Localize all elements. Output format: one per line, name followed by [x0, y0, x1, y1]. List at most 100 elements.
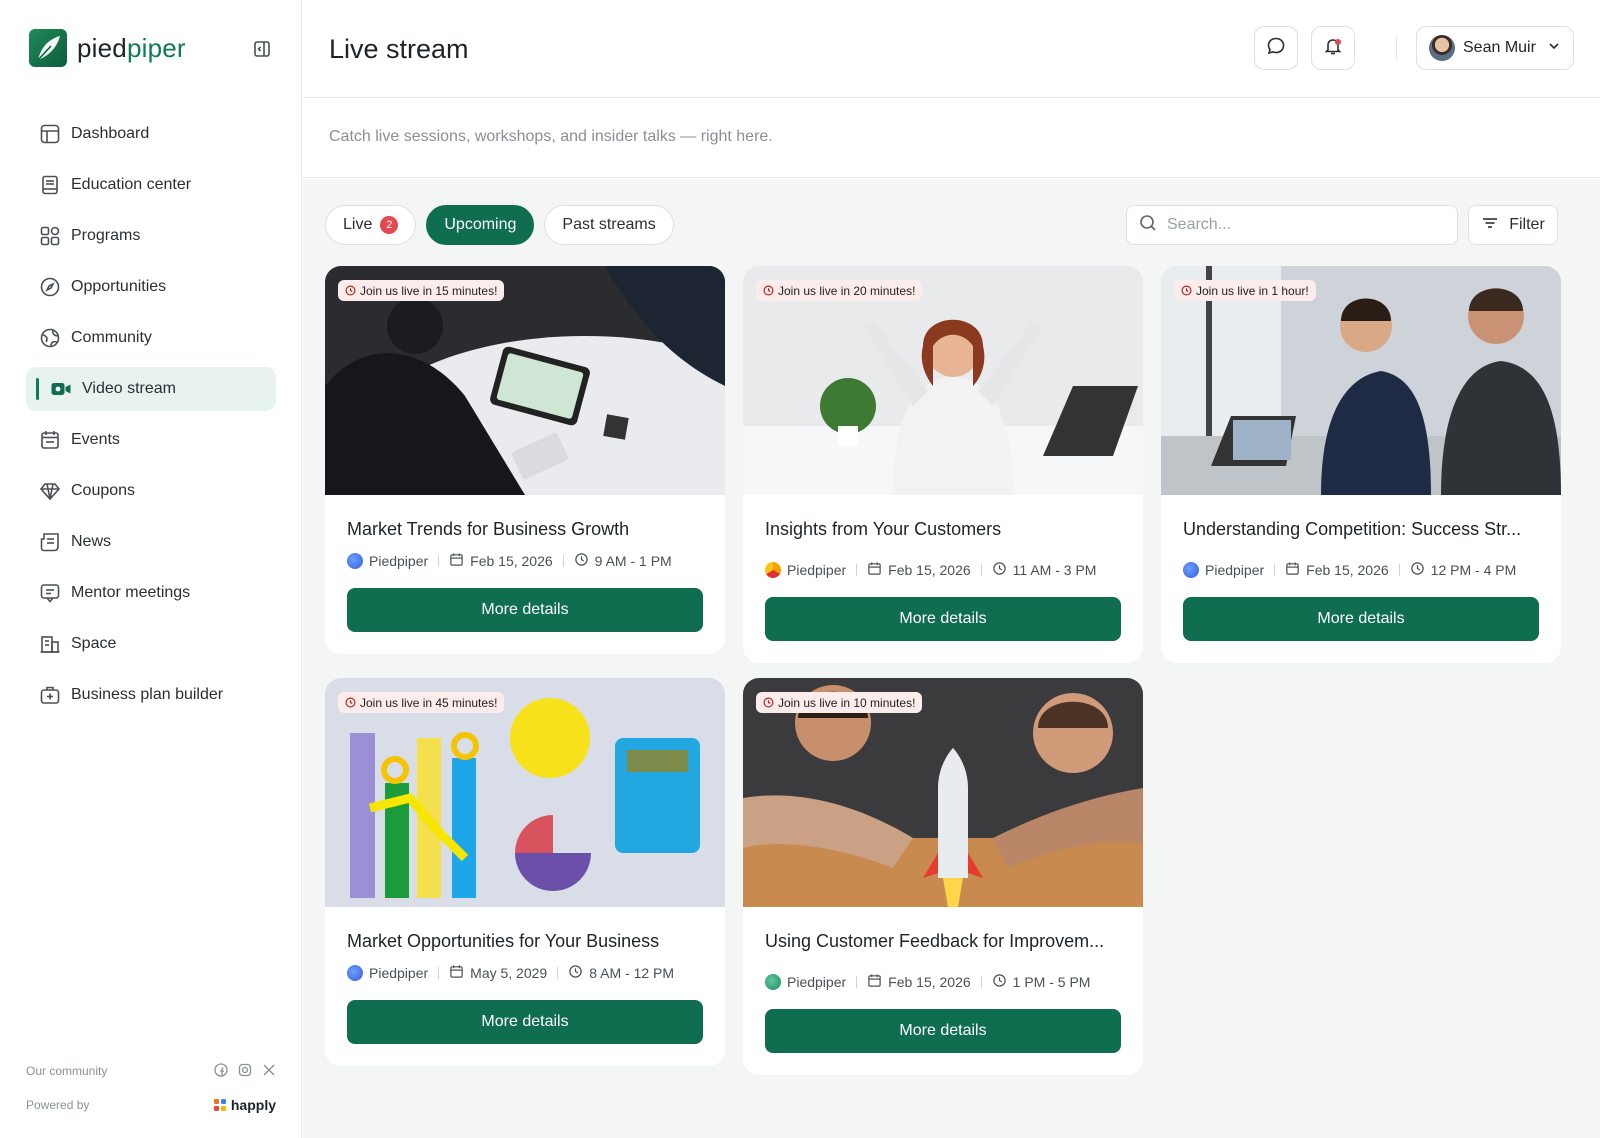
- calendar-icon: [449, 964, 464, 982]
- tab-past-streams[interactable]: Past streams: [544, 205, 674, 245]
- stream-thumbnail[interactable]: Join us live in 10 minutes!: [743, 678, 1143, 907]
- stream-thumbnail[interactable]: Join us live in 15 minutes!: [325, 266, 725, 495]
- stream-title[interactable]: Understanding Competition: Success Str..…: [1183, 519, 1539, 540]
- top-header: Live stream Sean Muir: [303, 0, 1600, 98]
- notification-dot: [1335, 39, 1341, 45]
- stream-date: Feb 15, 2026: [1306, 562, 1389, 578]
- news-icon: [39, 531, 61, 553]
- sidebar-item-programs[interactable]: Programs: [26, 214, 276, 258]
- stream-title[interactable]: Market Opportunities for Your Business: [347, 931, 703, 952]
- clock-icon: [763, 285, 774, 296]
- user-menu-button[interactable]: Sean Muir: [1416, 26, 1574, 70]
- sidebar-item-community[interactable]: Community: [26, 316, 276, 360]
- stream-date: Feb 15, 2026: [470, 553, 553, 569]
- more-details-button[interactable]: More details: [347, 588, 703, 632]
- compass-icon: [39, 276, 61, 298]
- stream-thumbnail[interactable]: Join us live in 20 minutes!: [743, 266, 1143, 495]
- more-details-button[interactable]: More details: [765, 597, 1121, 641]
- sidebar-item-video-stream[interactable]: Video stream: [26, 367, 276, 411]
- facebook-icon[interactable]: [214, 1062, 228, 1080]
- tab-live[interactable]: Live 2: [325, 205, 417, 245]
- more-details-button[interactable]: More details: [1183, 597, 1539, 641]
- clock-icon: [763, 697, 774, 708]
- community-label: Our community: [26, 1064, 108, 1078]
- sidebar-item-mentor-meetings[interactable]: Mentor meetings: [26, 571, 276, 615]
- sidebar-item-label: Dashboard: [71, 125, 150, 142]
- message-icon: [1266, 36, 1286, 61]
- sidebar-item-events[interactable]: Events: [26, 418, 276, 462]
- stream-meta: Piedpiper Feb 15, 2026 11 AM - 3 PM: [765, 561, 1121, 579]
- stream-date: Feb 15, 2026: [888, 974, 971, 990]
- layout-icon: [39, 123, 61, 145]
- page-subheader: Catch live sessions, workshops, and insi…: [303, 98, 1600, 178]
- org-logo-icon: [1183, 562, 1199, 578]
- stream-title[interactable]: Insights from Your Customers: [765, 519, 1121, 540]
- stream-title[interactable]: Market Trends for Business Growth: [347, 519, 703, 540]
- org-logo-icon: [347, 965, 363, 981]
- notifications-button[interactable]: [1311, 26, 1355, 70]
- sidebar-item-space[interactable]: Space: [26, 622, 276, 666]
- filter-label: Filter: [1509, 216, 1545, 233]
- sidebar-item-education-center[interactable]: Education center: [26, 163, 276, 207]
- search-input[interactable]: [1167, 216, 1437, 234]
- sidebar-collapse-icon[interactable]: [252, 39, 272, 59]
- divider: [1274, 564, 1276, 576]
- sidebar-item-business-plan-builder[interactable]: Business plan builder: [26, 673, 276, 717]
- stream-meta: Piedpiper Feb 15, 2026 1 PM - 5 PM: [765, 973, 1121, 991]
- filter-button[interactable]: Filter: [1468, 205, 1558, 245]
- stream-time: 12 PM - 4 PM: [1430, 562, 1517, 578]
- sidebar-item-news[interactable]: News: [26, 520, 276, 564]
- divider: [438, 555, 440, 567]
- stream-card: Join us live in 10 minutes! Using Custom…: [743, 678, 1143, 1075]
- tab-upcoming[interactable]: Upcoming: [426, 205, 535, 245]
- stream-card: Join us live in 20 minutes! Insights fro…: [743, 266, 1143, 663]
- messages-button[interactable]: [1254, 26, 1298, 70]
- stream-thumbnail[interactable]: Join us live in 45 minutes!: [325, 678, 725, 907]
- chevron-down-icon: [1547, 39, 1561, 58]
- tab-label: Past streams: [562, 216, 656, 233]
- sidebar-item-dashboard[interactable]: Dashboard: [26, 112, 276, 156]
- stream-card: Join us live in 45 minutes! Market Oppor…: [325, 678, 725, 1066]
- stream-title[interactable]: Using Customer Feedback for Improvem...: [765, 931, 1121, 952]
- calendar-icon: [867, 561, 882, 579]
- x-icon[interactable]: [262, 1063, 276, 1080]
- clock-icon: [568, 964, 583, 982]
- sidebar-item-opportunities[interactable]: Opportunities: [26, 265, 276, 309]
- more-details-button[interactable]: More details: [765, 1009, 1121, 1053]
- countdown-badge: Join us live in 20 minutes!: [756, 280, 923, 301]
- countdown-badge: Join us live in 10 minutes!: [756, 692, 923, 713]
- search-box[interactable]: [1126, 205, 1458, 245]
- stream-card: Join us live in 15 minutes! Market Trend…: [325, 266, 725, 654]
- happly-logo[interactable]: happly: [213, 1097, 276, 1113]
- sidebar-item-label: Coupons: [71, 482, 136, 499]
- sidebar-item-label: Video stream: [82, 380, 176, 397]
- org-name: Piedpiper: [787, 562, 847, 578]
- sidebar-item-label: Education center: [71, 176, 192, 193]
- divider: [1398, 564, 1400, 576]
- stream-card: Join us live in 1 hour! Understanding Co…: [1161, 266, 1561, 663]
- countdown-badge: Join us live in 45 minutes!: [338, 692, 505, 713]
- more-details-button[interactable]: More details: [347, 1000, 703, 1044]
- sidebar-item-coupons[interactable]: Coupons: [26, 469, 276, 513]
- live-count-badge: 2: [380, 216, 399, 234]
- sidebar-footer: Our community Powered by happly: [26, 1060, 276, 1128]
- stream-time: 8 AM - 12 PM: [589, 965, 675, 981]
- social-links: [214, 1062, 276, 1080]
- divider: [856, 564, 858, 576]
- divider: [856, 976, 858, 988]
- sidebar-nav: Dashboard Education center Programs Oppo…: [26, 112, 276, 724]
- org-name: Piedpiper: [787, 974, 847, 990]
- instagram-icon[interactable]: [238, 1063, 252, 1080]
- globe-icon: [39, 327, 61, 349]
- page-title: Live stream: [329, 34, 469, 64]
- search-icon: [1139, 214, 1157, 237]
- divider: [980, 564, 982, 576]
- video-icon: [50, 378, 72, 400]
- brand-logo[interactable]: piedpiper: [29, 29, 186, 67]
- briefcase-icon: [39, 684, 61, 706]
- stream-meta: Piedpiper Feb 15, 2026 9 AM - 1 PM: [347, 552, 703, 570]
- grid-icon: [39, 225, 61, 247]
- stream-thumbnail[interactable]: Join us live in 1 hour!: [1161, 266, 1561, 495]
- countdown-badge: Join us live in 15 minutes!: [338, 280, 505, 301]
- calendar-icon: [449, 552, 464, 570]
